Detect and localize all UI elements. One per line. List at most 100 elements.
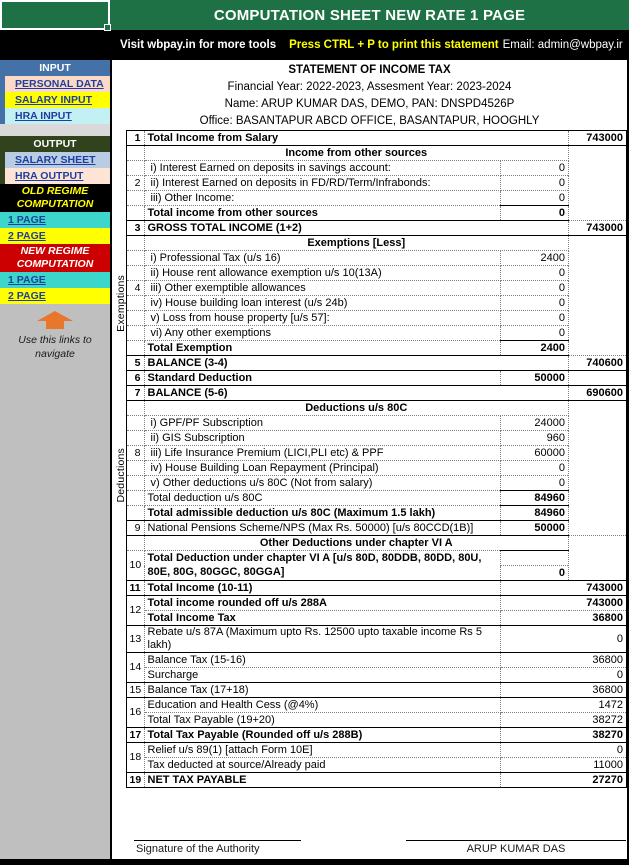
table-row: v) Other deductions u/s 80C (Not from sa… <box>112 475 627 491</box>
table-row: Deductions i) GPF/PF Subscription 24000 <box>112 415 627 503</box>
row-number-blank <box>125 205 145 221</box>
statement-header: STATEMENT OF INCOME TAX Financial Year: … <box>112 60 627 130</box>
side-spacer <box>112 221 126 236</box>
statement-sheet: STATEMENT OF INCOME TAX Financial Year: … <box>110 60 629 859</box>
sidebar-item-salary-sheet[interactable]: SALARY SHEET <box>0 152 110 168</box>
row-value-balance-5-6: 690600 <box>568 385 627 401</box>
row-label-gpf-pf: i) GPF/PF Subscription <box>143 415 501 431</box>
sidebar-divider-1 <box>0 124 110 136</box>
row-value-hbl-interest: 0 <box>499 295 570 311</box>
row-label-balance-tax-15-16: Balance Tax (15-16) <box>143 652 501 668</box>
table-row: 17 Total Tax Payable (Rounded off u/s 28… <box>112 727 628 743</box>
row-number-17: 17 <box>125 727 145 743</box>
table-row: 1 Total Income from Salary 743000 <box>112 130 627 146</box>
navigation-sidebar: INPUT PERSONAL DATA SALARY INPUT HRA INP… <box>0 60 110 859</box>
row-label-total-deduction-80c: Total deduction u/s 80C <box>143 490 501 506</box>
table-row: Exemptions i) Professional Tax (u/s 16) … <box>112 250 627 331</box>
row-value-loss-house-property: 0 <box>499 310 570 326</box>
row-label-total-exemption: Total Exemption <box>143 340 501 356</box>
row-value-total-tax-rounded-288b: 38270 <box>499 727 628 743</box>
sidebar-item-hra-input[interactable]: HRA INPUT <box>0 108 110 124</box>
row-number-19: 19 <box>125 772 145 788</box>
sidebar-old-regime-2-page[interactable]: 2 PAGE <box>0 228 110 244</box>
row-value-blank <box>568 145 627 221</box>
row-value-total-income-salary: 743000 <box>568 130 627 146</box>
row-value-total-exemption: 2400 <box>499 340 570 356</box>
sidebar-new-regime-caption: NEW REGIME COMPUTATION <box>0 244 110 272</box>
row-number-1: 1 <box>125 130 145 146</box>
row-label-chapter-via-line-2: 80E, 80G, 80GGC, 80GGA] <box>143 565 501 581</box>
side-spacer <box>112 626 126 653</box>
signature-name-label: ARUP KUMAR DAS <box>406 840 626 855</box>
row-number-blank <box>125 535 145 551</box>
selected-cell[interactable] <box>0 0 111 31</box>
spreadsheet-computation-sheet: COMPUTATION SHEET NEW RATE 1 PAGE Visit … <box>0 0 629 865</box>
table-row: 11 Total Income (10-11) 743000 <box>112 580 628 596</box>
table-row: ii) House rent allowance exemption u/s 1… <box>112 265 627 281</box>
row-label-education-cess: Education and Health Cess (@4%) <box>143 697 501 713</box>
section-header-other-deductions: Other Deductions under chapter VI A <box>143 535 569 551</box>
row-label-tds-already-paid: Tax deducted at source/Already paid <box>143 757 501 773</box>
section-header-other-sources: Income from other sources <box>143 145 569 161</box>
promo-band-left-filler <box>0 30 110 60</box>
table-row: Total Tax Payable (19+20) 38272 <box>112 712 628 728</box>
side-spacer <box>112 566 126 581</box>
sidebar-nav-hint-line-2: navigate <box>35 348 75 360</box>
side-spacer <box>112 698 126 713</box>
title-row: COMPUTATION SHEET NEW RATE 1 PAGE <box>0 0 629 31</box>
row-label-any-other-exemptions: vi) Any other exemptions <box>143 325 501 341</box>
table-row: Exemptions [Less] <box>112 235 627 356</box>
row-value-professional-tax: 2400 <box>499 250 570 266</box>
row-label-total-tax-payable-19-20: Total Tax Payable (19+20) <box>143 712 501 728</box>
row-number-blank <box>125 160 145 176</box>
table-row: i) Interest Earned on deposits in saving… <box>112 160 627 176</box>
row-label-total-other-sources: Total income from other sources <box>143 205 501 221</box>
row-label-balance-3-4: BALANCE (3-4) <box>143 355 569 371</box>
row-number-blank <box>125 490 145 506</box>
old-regime-line-2: COMPUTATION <box>16 198 94 210</box>
sidebar-old-regime-1-page[interactable]: 1 PAGE <box>0 212 110 228</box>
row-value-blank <box>568 400 627 536</box>
row-label-hbl-principal: iv) House Building Loan Repayment (Princ… <box>143 460 501 476</box>
row-label-rebate-87a: Rebate u/s 87A (Maximum upto Rs. 12500 u… <box>143 625 501 653</box>
row-label-total-tax-rounded-288b: Total Tax Payable (Rounded off u/s 288B) <box>143 727 501 743</box>
row-number-5: 5 <box>125 355 145 371</box>
row-number-8: 8 <box>125 445 145 461</box>
row-label-nps: National Pensions Scheme/NPS (Max Rs. 50… <box>143 520 501 536</box>
signature-authority-label: Signature of the Authority <box>134 840 301 855</box>
sidebar-nav-hint-line-1: Use this links to <box>18 334 92 346</box>
row-value-blank <box>568 535 627 581</box>
row-value-balance-tax-15-16: 36800 <box>499 652 628 668</box>
side-spacer <box>112 191 126 206</box>
row-number-13: 13 <box>125 625 145 653</box>
row-value-interest-fd: 0 <box>499 175 570 191</box>
sidebar-item-salary-input[interactable]: SALARY INPUT <box>0 92 110 108</box>
side-label-exemptions-text: Exemptions <box>115 274 127 332</box>
table-row: 16 Education and Health Cess (@4%) 1472 <box>112 697 628 728</box>
sidebar-new-regime-1-page[interactable]: 1 PAGE <box>0 272 110 288</box>
side-spacer <box>112 668 126 683</box>
table-row: 14 Balance Tax (15-16) 36800 <box>112 652 628 683</box>
row-label-relief-89-1: Relief u/s 89(1) [attach Form 10E] <box>143 742 501 758</box>
new-regime-line-1: NEW REGIME <box>20 245 90 257</box>
table-row: Total Exemption 2400 <box>112 340 627 356</box>
row-label-loss-house-property: v) Loss from house property [u/s 57]: <box>143 310 501 326</box>
table-row: iv) House building loan interest (u/s 24… <box>112 295 627 311</box>
row-label-interest-fd: ii) Interest Earned on deposits in FD/RD… <box>143 175 501 191</box>
side-spacer <box>112 728 126 743</box>
row-label-professional-tax: i) Professional Tax (u/s 16) <box>143 250 501 266</box>
row-number-blank <box>125 310 145 326</box>
row-label-admissible-80c: Total admissible deduction u/s 80C (Maxi… <box>143 505 501 521</box>
row-number-blank <box>125 295 145 311</box>
row-number-9: 9 <box>125 520 145 536</box>
row-label-surcharge: Surcharge <box>143 667 501 683</box>
table-row: 18 Relief u/s 89(1) [attach Form 10E] 0 <box>112 742 628 773</box>
sidebar-item-hra-output[interactable]: HRA OUTPUT <box>0 168 110 184</box>
up-arrow-icon <box>37 311 73 329</box>
sidebar-new-regime-2-page[interactable]: 2 PAGE <box>0 288 110 304</box>
sidebar-item-personal-data[interactable]: PERSONAL DATA <box>0 76 110 92</box>
side-spacer <box>112 131 126 146</box>
row-number-6: 6 <box>125 370 145 386</box>
row-value-admissible-80c: 84960 <box>499 505 570 521</box>
row-label-interest-savings: i) Interest Earned on deposits in saving… <box>143 160 501 176</box>
